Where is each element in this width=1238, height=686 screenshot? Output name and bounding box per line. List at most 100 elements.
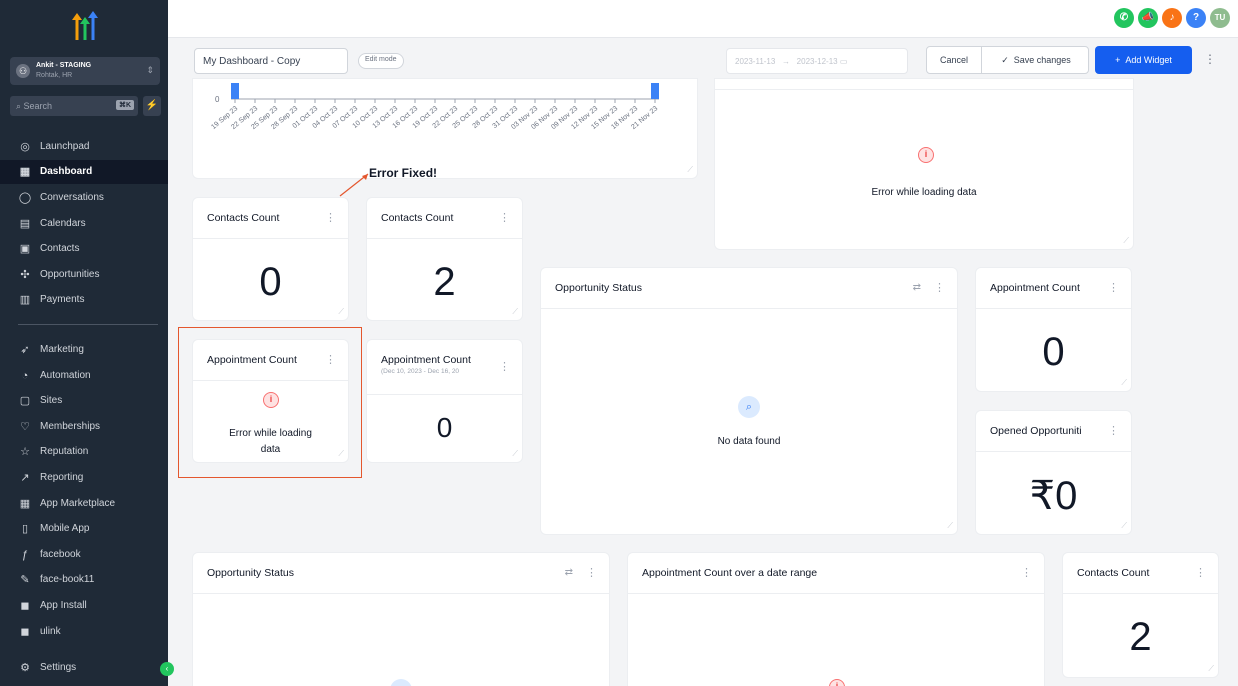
error-info-icon: i [829,679,845,686]
widget-menu-icon[interactable]: ⋮ [1021,566,1032,579]
sidebar-item-facebook[interactable]: ƒ facebook [0,543,168,567]
search-input[interactable]: ⌕ Search ⌘K [10,96,138,116]
user-avatar[interactable]: TU [1210,8,1230,28]
sidebar-item-opportunities[interactable]: ✣ Opportunities [0,263,168,287]
widget-bar-chart: 0 19 Sep 23 22 Sep 23 25 Sep 23 28 Sep 23 01 … [192,78,698,179]
widget-header-divider [628,593,1044,594]
widget-value: 0 [1042,330,1065,374]
no-data-search-icon: ⌕ [738,396,760,418]
sidebar-item-face-book11[interactable]: ✎ face-book11 [0,568,168,592]
widget-menu-icon[interactable]: ⋮ [934,281,945,294]
account-name: Ankit - STAGING [36,62,92,69]
widget-header-divider [976,308,1131,309]
phone-call-icon[interactable]: ✆ [1114,8,1134,28]
resize-handle-icon[interactable]: ⟋ [1208,664,1214,674]
help-icon[interactable]: ? [1186,8,1206,28]
sidebar-item-reporting[interactable]: ↗ Reporting [0,466,168,490]
bar-chart: 019 Sep 2322 Sep 2325 Sep 2328 Sep 2301 … [210,83,659,131]
widget-menu-icon[interactable]: ⋮ [499,211,510,224]
widget-menu-icon[interactable]: ⋮ [499,360,510,373]
widget-value: ₹0 [1029,474,1078,518]
sidebar-item-contacts[interactable]: ▣ Contacts [0,237,168,261]
chat-icon: ◯ [18,192,32,204]
sidebar-item-settings[interactable]: ⚙ Settings [0,656,168,680]
error-info-icon: i [918,147,934,163]
error-message: Error while loading data [871,187,977,198]
resize-handle-icon[interactable]: ⟋ [512,449,518,459]
widget-menu-icon[interactable]: ⋮ [1108,424,1119,437]
sidebar-item-conversations[interactable]: ◯ Conversations [0,186,168,210]
send-icon: ➶ [20,344,30,356]
sidebar: ⚇ Ankit - STAGING Rohtak, HR ⇕ ⌕ Search … [0,0,174,686]
phone-icon: ▯ [21,523,29,535]
payments-icon: ▥ [19,294,31,306]
resize-handle-icon[interactable]: ⟋ [947,521,953,531]
grid-icon: ▦ [19,166,31,178]
gear-icon: ⚙ [20,662,30,674]
chart-bar[interactable] [651,83,659,99]
widget-value: 0 [436,412,453,443]
resize-handle-icon[interactable]: ⟋ [1121,521,1127,531]
sidebar-item-sites[interactable]: ▢ Sites [0,389,168,413]
sidebar-item-payments[interactable]: ▥ Payments [0,288,168,312]
resize-handle-icon[interactable]: ⟋ [1121,378,1127,388]
app-icon: ◼ [20,626,30,638]
date-range-picker[interactable]: 2023-11-13 → 2023-12-13 ▭ [726,48,908,74]
chart-bar[interactable] [231,83,239,99]
sidebar-item-reputation[interactable]: ☆ Reputation [0,440,168,464]
sidebar-item-ulink[interactable]: ◼ ulink [0,620,168,644]
widget-menu-icon[interactable]: ⋮ [1108,281,1119,294]
announcement-icon[interactable]: 📣 [1138,8,1158,28]
resize-handle-icon[interactable]: ⟋ [338,307,344,317]
swap-icon[interactable]: ⇄ [565,567,573,578]
widget-menu-icon[interactable]: ⋮ [325,211,336,224]
widget-title: Contacts Count [207,212,280,224]
sidebar-item-memberships[interactable]: ♡ Memberships [0,415,168,439]
widget-contacts-count-1: Contacts Count ⋮ 0 ⟋ [192,197,349,321]
resize-handle-icon[interactable]: ⟋ [687,165,693,175]
sidebar-item-automation[interactable]: ◔ Automation [0,364,168,388]
calendar-icon: ▭ [839,57,848,66]
resize-handle-icon[interactable]: ⟋ [1123,236,1129,246]
rocket-icon: ◎ [20,141,30,153]
widget-menu-icon[interactable]: ⋮ [586,566,597,579]
search-placeholder: ⌕ Search [16,101,53,111]
sidebar-item-dashboard[interactable]: ▦ Dashboard [0,160,168,184]
save-changes-button[interactable]: ✓ Save changes [983,47,1089,73]
app-logo-icon[interactable] [68,10,102,44]
app-icon: ◼ [20,600,30,612]
membership-icon: ♡ [20,421,30,433]
swap-icon[interactable]: ⇄ [913,282,921,293]
sidebar-item-mobile-app[interactable]: ▯ Mobile App [0,517,168,541]
highlight-annotation-box [178,327,362,478]
notification-bell-icon[interactable]: ♪ [1162,8,1182,28]
account-switcher[interactable]: ⚇ Ankit - STAGING Rohtak, HR ⇕ [10,57,160,85]
cancel-button[interactable]: Cancel [927,47,982,73]
sidebar-item-app-marketplace[interactable]: ▦ App Marketplace [0,492,168,516]
resize-handle-icon[interactable]: ⟋ [512,307,518,317]
sidebar-item-marketing[interactable]: ➶ Marketing [0,338,168,362]
add-widget-button[interactable]: + Add Widget [1095,46,1192,74]
no-data-message: No data found [717,436,781,447]
dashboard-toolbar: My Dashboard - Copy Edit mode 2023-11-13… [168,44,1238,76]
widget-error-top-right: i Error while loading data ⟋ [714,78,1134,250]
sidebar-item-app-install[interactable]: ◼ App Install [0,594,168,618]
widget-header-divider [193,238,348,239]
contacts-icon: ▣ [19,243,31,255]
widget-appointment-count-range: Appointment Count (Dec 10, 2023 - Dec 16… [366,339,523,463]
sidebar-collapse-icon[interactable]: ‹ [160,662,174,676]
sidebar-divider [18,324,158,325]
check-icon: ✓ [1001,55,1009,65]
dashboard-name-input[interactable]: My Dashboard - Copy [194,48,348,74]
widget-title: Opportunity Status [207,567,294,579]
sidebar-item-launchpad[interactable]: ◎ Launchpad [0,135,168,159]
widget-title: Contacts Count [381,212,454,224]
link-icon: ✎ [20,574,30,586]
widget-menu-icon[interactable]: ⋮ [1195,566,1206,579]
sidebar-item-calendars[interactable]: ▤ Calendars [0,212,168,236]
date-start: 2023-11-13 [735,57,776,66]
quick-action-bolt-icon[interactable]: ⚡ [143,96,161,116]
more-options-icon[interactable]: ⋮ [1204,52,1216,66]
widget-header-divider [976,451,1131,452]
account-location: Rohtak, HR [36,72,73,79]
